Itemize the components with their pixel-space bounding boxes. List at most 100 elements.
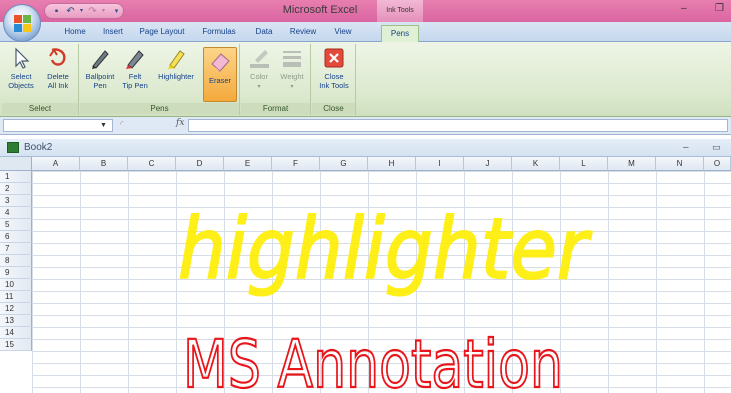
felt-tip-pen-icon — [126, 50, 144, 69]
felt-tip-pen-label-2: Tip Pen — [122, 81, 148, 90]
row-header-8[interactable]: 8 — [0, 255, 32, 267]
pens-group: Ballpoint Pen Felt Tip Pen Highlighter E… — [80, 44, 240, 115]
column-header-e[interactable]: E — [224, 157, 272, 171]
tab-view[interactable]: View — [328, 22, 358, 42]
select-group-label: Select — [2, 103, 78, 114]
color-button[interactable]: Color ▾ — [244, 46, 274, 92]
select-group: Select Objects Delete All Ink Select — [2, 44, 79, 115]
row-header-2[interactable]: 2 — [0, 183, 32, 195]
row-header-6[interactable]: 6 — [0, 231, 32, 243]
column-header-b[interactable]: B — [80, 157, 128, 171]
row-header-12[interactable]: 12 — [0, 303, 32, 315]
minimize-button[interactable]: – — [681, 3, 687, 14]
row-header-4[interactable]: 4 — [0, 207, 32, 219]
excel-workbook-icon — [7, 142, 19, 153]
highlighter-label: Highlighter — [158, 72, 194, 81]
weight-dropdown-icon: ▾ — [290, 84, 294, 90]
ballpoint-pen-icon — [92, 50, 109, 69]
ribbon-tabs: Home Insert Page Layout Formulas Data Re… — [0, 22, 731, 43]
highlighter-button[interactable]: Highlighter — [152, 46, 200, 81]
restore-button[interactable]: ❐ — [715, 3, 724, 14]
eraser-icon — [211, 53, 230, 72]
row-header-15[interactable]: 15 — [0, 339, 32, 351]
column-header-l[interactable]: L — [560, 157, 608, 171]
insert-function-button[interactable]: fx — [176, 118, 184, 128]
select-objects-label-2: Objects — [8, 81, 34, 90]
close-ink-tools-label-1: Close — [324, 72, 344, 81]
name-box[interactable]: ▼ — [3, 119, 113, 132]
column-header-n[interactable]: N — [656, 157, 704, 171]
row-header-9[interactable]: 9 — [0, 267, 32, 279]
row-header-5[interactable]: 5 — [0, 219, 32, 231]
delete-ink-icon — [49, 48, 66, 66]
select-objects-button[interactable]: Select Objects — [3, 46, 39, 90]
row-header-7[interactable]: 7 — [0, 243, 32, 255]
format-group-label: Format — [241, 103, 310, 114]
highlighter-icon — [168, 50, 185, 69]
eraser-label: Eraser — [208, 76, 232, 85]
formula-bar: ▼ ◜ fx — [0, 117, 731, 135]
row-header-3[interactable]: 3 — [0, 195, 32, 207]
column-header-j[interactable]: J — [464, 157, 512, 171]
close-group: Close Ink Tools Close — [312, 44, 356, 115]
name-box-dropdown-icon[interactable]: ▼ — [100, 120, 107, 132]
workbook-minimize-button[interactable]: – — [683, 142, 689, 153]
column-header-k[interactable]: K — [512, 157, 560, 171]
row-header-10[interactable]: 10 — [0, 279, 32, 291]
tab-home[interactable]: Home — [58, 22, 92, 42]
office-button[interactable] — [3, 4, 41, 42]
format-group: Color ▾ Weight ▾ Format — [241, 44, 311, 115]
title-bar: ▪ ↶ ▾ ↷ ▾ ▾ Microsoft Excel Ink Tools – … — [0, 0, 731, 22]
color-icon — [250, 50, 269, 68]
column-header-i[interactable]: I — [416, 157, 464, 171]
column-header-m[interactable]: M — [608, 157, 656, 171]
ribbon: Select Objects Delete All Ink Select Bal… — [0, 42, 731, 117]
row-header-1[interactable]: 1 — [0, 171, 32, 183]
cell-area[interactable] — [32, 171, 731, 393]
delete-all-ink-label-1: Delete — [47, 72, 69, 81]
tab-page-layout[interactable]: Page Layout — [134, 22, 190, 42]
column-header-a[interactable]: A — [32, 157, 80, 171]
column-header-o[interactable]: O — [704, 157, 731, 171]
tab-formulas[interactable]: Formulas — [196, 22, 242, 42]
column-header-h[interactable]: H — [368, 157, 416, 171]
felt-tip-pen-label-1: Felt — [128, 72, 142, 81]
workbook-name: Book2 — [24, 142, 53, 153]
office-logo-icon — [14, 15, 32, 33]
close-ink-tools-button[interactable]: Close Ink Tools — [314, 46, 354, 90]
delete-all-ink-label-2: All Ink — [47, 81, 69, 90]
eraser-button[interactable]: Eraser — [203, 47, 237, 102]
tab-data[interactable]: Data — [250, 22, 278, 42]
worksheet-grid[interactable]: A B C D E F G H I J K L M N O 1 2 3 4 5 … — [0, 157, 731, 393]
delete-all-ink-button[interactable]: Delete All Ink — [40, 46, 76, 90]
felt-tip-pen-button[interactable]: Felt Tip Pen — [120, 46, 150, 90]
app-title: Microsoft Excel — [282, 4, 358, 16]
column-header-f[interactable]: F — [272, 157, 320, 171]
ballpoint-pen-button[interactable]: Ballpoint Pen — [82, 46, 118, 90]
color-dropdown-icon: ▾ — [257, 84, 261, 90]
column-header-c[interactable]: C — [128, 157, 176, 171]
weight-icon — [283, 51, 301, 67]
column-header-d[interactable]: D — [176, 157, 224, 171]
formula-cancel-icon[interactable]: ◜ — [120, 119, 124, 130]
workbook-restore-button[interactable]: ▭ — [712, 142, 721, 153]
close-ink-tools-label-2: Ink Tools — [319, 81, 349, 90]
select-objects-label-1: Select — [10, 72, 32, 81]
cursor-arrow-icon — [15, 47, 30, 69]
color-label: Color — [250, 72, 268, 81]
formula-input[interactable] — [188, 119, 728, 132]
close-group-label: Close — [312, 103, 355, 114]
weight-label: Weight — [280, 72, 304, 81]
pens-group-label: Pens — [80, 103, 239, 114]
row-header-14[interactable]: 14 — [0, 327, 32, 339]
column-header-g[interactable]: G — [320, 157, 368, 171]
weight-button[interactable]: Weight ▾ — [276, 46, 308, 92]
ballpoint-pen-label-1: Ballpoint — [85, 72, 115, 81]
select-all-corner[interactable] — [0, 157, 32, 171]
tab-review[interactable]: Review — [285, 22, 321, 42]
row-header-11[interactable]: 11 — [0, 291, 32, 303]
contextual-tab-group-label: Ink Tools — [377, 0, 423, 22]
row-header-13[interactable]: 13 — [0, 315, 32, 327]
tab-pens[interactable]: Pens — [381, 25, 419, 43]
tab-insert[interactable]: Insert — [96, 22, 130, 42]
